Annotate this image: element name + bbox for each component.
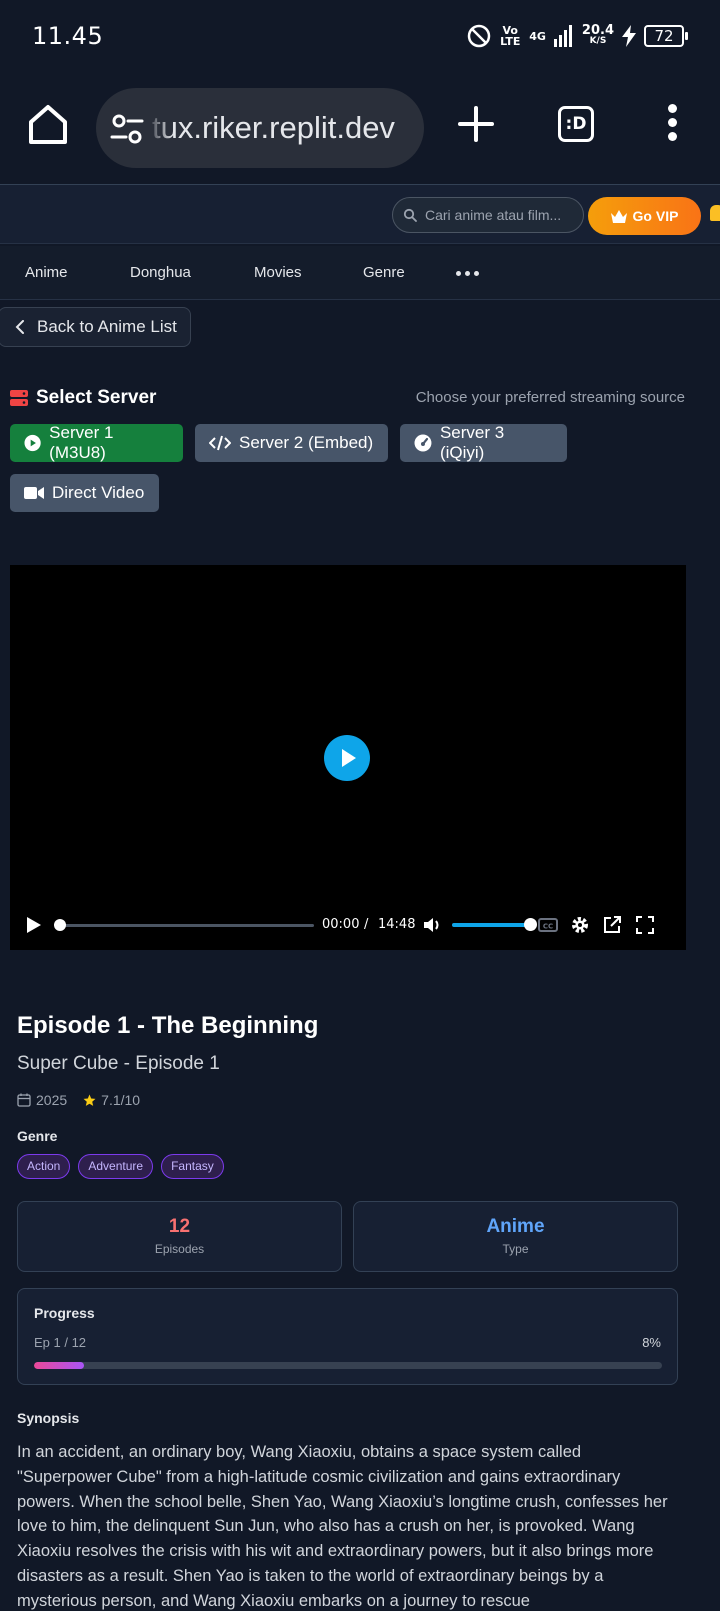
play-icon [342, 749, 356, 767]
genre-chip[interactable]: Action [17, 1154, 71, 1179]
duration: 14:48 [378, 917, 416, 932]
server-1-button[interactable]: Server 1 (M3U8) [10, 423, 183, 462]
type-label: Type [502, 1242, 529, 1256]
server-3-label: Server 3 (iQiyi) [439, 423, 505, 462]
play-circle-icon [24, 434, 41, 452]
genre-chip[interactable]: Adventure [78, 1154, 154, 1179]
charging-icon [622, 25, 636, 47]
network-type: 4G [529, 29, 546, 43]
svg-text:CC: CC [543, 923, 553, 931]
search-icon [403, 208, 417, 222]
time-separator: / [364, 917, 369, 932]
server-2-button[interactable]: Server 2 (Embed) [195, 424, 388, 462]
direct-video-button[interactable]: Direct Video [10, 474, 159, 512]
popout-icon[interactable] [602, 915, 622, 935]
fullscreen-icon[interactable] [635, 915, 655, 935]
url-text: tux.riker.replit.dev [152, 110, 395, 145]
volte-indicator: Vo LTE [500, 24, 521, 48]
progress-percent: 8% [642, 1335, 661, 1350]
server-subtitle: Choose your preferred streaming source [415, 389, 685, 406]
direct-video-label: Direct Video [52, 483, 145, 502]
data-speed: 20.4 K/S [581, 23, 614, 47]
episode-meta: 2025 7.1/10 [17, 1092, 140, 1108]
episodes-label: Episodes [154, 1242, 205, 1256]
big-play-button[interactable] [324, 735, 370, 781]
site-settings-icon[interactable] [110, 112, 144, 146]
main-nav: Anime Donghua Movies Genre [0, 246, 720, 300]
nav-item-movies[interactable]: Movies [254, 264, 302, 281]
status-time: 11.45 [32, 22, 104, 50]
ellipsis-icon[interactable] [456, 271, 479, 276]
chevron-left-icon [15, 320, 24, 334]
search-box[interactable] [392, 197, 584, 233]
url-fade [146, 88, 174, 168]
type-value: Anime [486, 1216, 545, 1237]
episode-title: Episode 1 - The Beginning [17, 1012, 319, 1039]
seek-handle[interactable] [54, 919, 66, 931]
back-to-list-button[interactable]: Back to Anime List [0, 307, 191, 347]
battery-tip [685, 32, 688, 40]
nav-item-genre[interactable]: Genre [363, 264, 405, 281]
seek-bar[interactable] [60, 924, 314, 927]
status-bar: 11.45 Vo LTE 4G 20.4 K/S 72 [0, 0, 720, 72]
release-year: 2025 [36, 1092, 68, 1108]
server-icon [10, 390, 28, 406]
address-bar[interactable]: tux.riker.replit.dev [96, 88, 424, 168]
battery-indicator: 72 [644, 25, 688, 47]
notification-bell-icon[interactable] [710, 205, 720, 221]
progress-bar [34, 1362, 662, 1369]
episode-subtitle: Super Cube - Episode 1 [17, 1053, 220, 1074]
captions-icon[interactable]: CC [538, 915, 558, 935]
back-button-label: Back to Anime List [37, 317, 177, 336]
browser-toolbar: tux.riker.replit.dev :D [0, 72, 720, 184]
volume-slider[interactable] [452, 923, 530, 927]
genre-label: Genre [17, 1128, 58, 1144]
crown-icon [610, 209, 627, 223]
progress-fill [34, 1362, 85, 1369]
volume-handle[interactable] [524, 918, 537, 931]
genre-chip[interactable]: Fantasy [161, 1154, 224, 1179]
rating: 7.1/10 [101, 1092, 141, 1108]
progress-card: Progress Ep 1 / 12 8% [17, 1288, 678, 1385]
new-tab-icon[interactable] [456, 104, 496, 144]
server-3-button[interactable]: Server 3 (iQiyi) [400, 423, 567, 462]
play-pause-icon[interactable] [26, 916, 42, 934]
code-icon [209, 435, 231, 451]
current-time: 00:00 [322, 917, 360, 932]
battery-level: 72 [644, 25, 684, 47]
video-player[interactable]: 00:00 / 14:48 CC [10, 565, 686, 950]
calendar-icon [17, 1093, 31, 1107]
go-vip-button[interactable]: Go VIP [588, 197, 701, 235]
progress-episode: Ep 1 / 12 [34, 1335, 87, 1350]
nav-item-anime[interactable]: Anime [25, 264, 68, 281]
settings-gear-icon[interactable] [570, 915, 590, 935]
go-vip-label: Go VIP [632, 208, 679, 224]
episodes-stat-card: 12 Episodes [17, 1201, 342, 1272]
tab-switcher-button[interactable]: :D [558, 106, 594, 142]
server-2-label: Server 2 (Embed) [239, 433, 374, 452]
server-section-title: Select Server [10, 387, 156, 409]
search-input[interactable] [425, 204, 577, 226]
browser-menu-icon[interactable] [664, 104, 680, 144]
gauge-icon [414, 434, 432, 452]
nav-item-donghua[interactable]: Donghua [130, 264, 191, 281]
signal-icon [553, 25, 572, 47]
synopsis-label: Synopsis [17, 1410, 80, 1426]
star-icon [83, 1094, 96, 1106]
synopsis-text: In an accident, an ordinary boy, Wang Xi… [17, 1443, 668, 1610]
server-title-text: Select Server [36, 387, 157, 408]
progress-title: Progress [34, 1305, 95, 1321]
volume-icon[interactable] [422, 915, 442, 935]
home-icon[interactable] [26, 102, 70, 146]
episodes-count: 12 [168, 1216, 191, 1237]
server-1-label: Server 1 (M3U8) [49, 423, 114, 462]
type-stat-card: Anime Type [353, 1201, 678, 1272]
video-camera-icon [24, 487, 44, 499]
speed-value: 20.4 [581, 23, 614, 38]
status-icons: Vo LTE 4G 20.4 K/S 72 [467, 20, 688, 52]
site-header: Go VIP [0, 184, 720, 244]
genre-chips: Action Adventure Fantasy [17, 1154, 224, 1179]
player-controls: 00:00 / 14:48 CC [10, 905, 686, 945]
do-not-disturb-icon [467, 24, 491, 48]
